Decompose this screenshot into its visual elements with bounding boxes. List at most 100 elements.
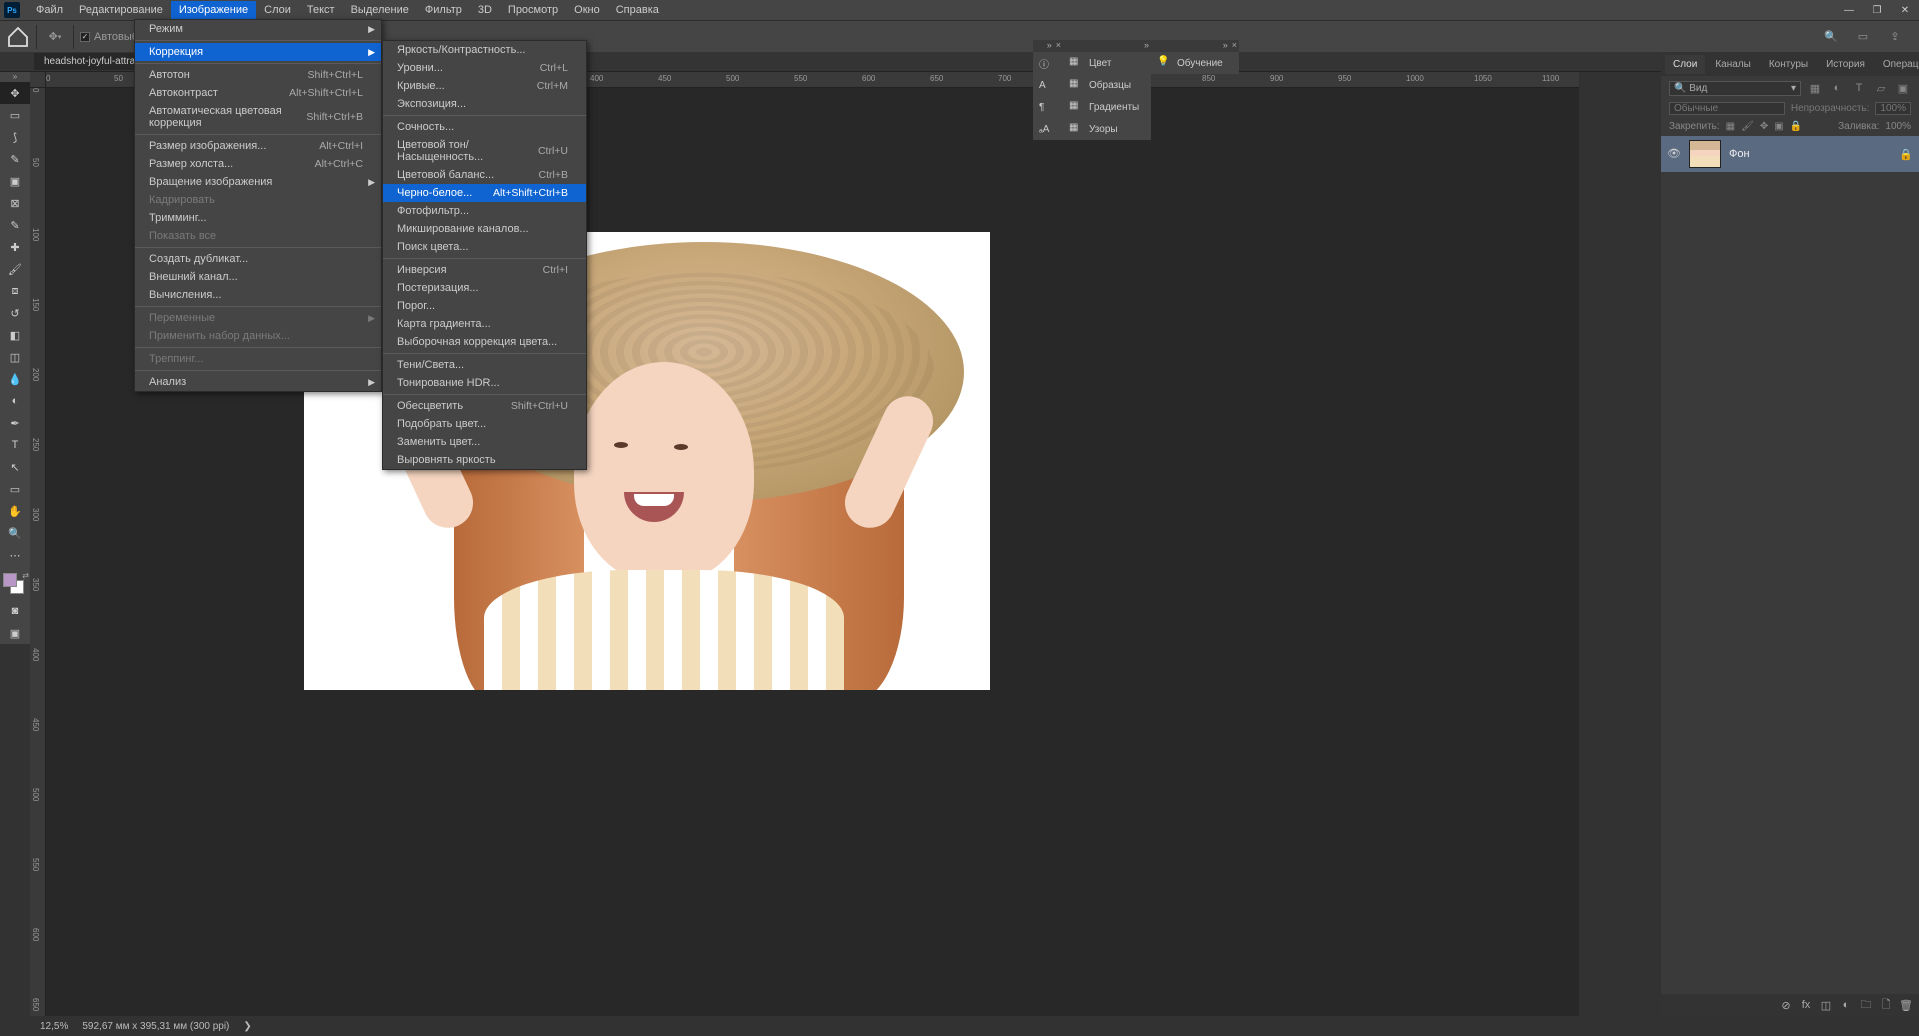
ruler-corner[interactable] — [30, 72, 46, 88]
expand-icon[interactable]: » — [1223, 40, 1228, 50]
menu-item[interactable]: Сочность... — [383, 118, 586, 136]
menu-item[interactable]: Экспозиция... — [383, 95, 586, 113]
filter-smart-icon[interactable]: ▣ — [1895, 80, 1911, 96]
menu-item[interactable]: Кривые...Ctrl+M — [383, 77, 586, 95]
ruler-vertical[interactable]: 0501001502002503003504004505005506006507… — [30, 88, 46, 1016]
delete-layer-icon[interactable]: 🗑 — [1899, 998, 1913, 1012]
window-restore[interactable]: ❐ — [1863, 0, 1891, 20]
autoselect-checkbox[interactable] — [80, 32, 90, 42]
filter-adjust-icon[interactable]: ◐ — [1829, 80, 1845, 96]
glyph-panel-icon[interactable]: ₐA — [1033, 118, 1063, 140]
lock-transparent-icon[interactable]: ▦ — [1726, 121, 1735, 132]
collapse-toggle[interactable]: » — [0, 72, 30, 82]
filter-pixel-icon[interactable]: ▦ — [1807, 80, 1823, 96]
stamp-tool[interactable]: ⧈ — [0, 280, 30, 302]
menu-item[interactable]: Черно-белое...Alt+Shift+Ctrl+B — [383, 184, 586, 202]
menu-item[interactable]: Уровни...Ctrl+L — [383, 59, 586, 77]
menu-item[interactable]: Тримминг... — [135, 209, 381, 227]
path-select-tool[interactable]: ↖ — [0, 456, 30, 478]
color-icon[interactable]: ▦Цвет — [1063, 52, 1151, 74]
marquee-tool[interactable]: ▭ — [0, 104, 30, 126]
menu-изображение[interactable]: Изображение — [171, 1, 256, 19]
dodge-tool[interactable]: ◐ — [0, 390, 30, 412]
hand-tool[interactable]: ✋ — [0, 500, 30, 522]
doc-dimensions[interactable]: 592,67 мм x 395,31 мм (300 ppi) — [82, 1021, 229, 1032]
menu-item[interactable]: Коррекция▶ — [135, 43, 381, 61]
blend-mode[interactable]: Обычные — [1669, 102, 1785, 115]
panel-tab-Операции[interactable]: Операции — [1875, 55, 1919, 74]
close-icon[interactable]: × — [1056, 40, 1061, 50]
zoom-tool[interactable]: 🔍 — [0, 522, 30, 544]
window-close[interactable]: ✕ — [1891, 0, 1919, 20]
pen-tool[interactable]: ✒ — [0, 412, 30, 434]
menu-item[interactable]: Вращение изображения▶ — [135, 173, 381, 191]
panel-tab-Слои[interactable]: Слои — [1665, 55, 1705, 74]
group-icon[interactable]: 🗀 — [1859, 998, 1873, 1012]
expand-icon[interactable]: » — [1144, 40, 1149, 50]
menu-item[interactable]: Автоматическая цветовая коррекцияShift+C… — [135, 102, 381, 132]
menu-item[interactable]: ОбесцветитьShift+Ctrl+U — [383, 397, 586, 415]
crop-tool[interactable]: ▣ — [0, 170, 30, 192]
fill-value[interactable]: 100% — [1885, 121, 1911, 132]
menu-3d[interactable]: 3D — [470, 1, 500, 19]
quickmask-tool[interactable]: ◙ — [0, 600, 30, 622]
menu-item[interactable]: Поиск цвета... — [383, 238, 586, 256]
paragraph-panel-icon[interactable]: ¶ — [1033, 96, 1063, 118]
filter-shape-icon[interactable]: ▱ — [1873, 80, 1889, 96]
patterns-icon[interactable]: ▦Узоры — [1063, 118, 1151, 140]
menu-item[interactable]: Размер изображения...Alt+Ctrl+I — [135, 137, 381, 155]
chevron-right-icon[interactable]: ❯ — [243, 1021, 251, 1032]
workspace-icon[interactable]: ▭ — [1851, 25, 1875, 49]
menu-item[interactable]: Подобрать цвет... — [383, 415, 586, 433]
menu-item[interactable]: Постеризация... — [383, 279, 586, 297]
menu-item[interactable]: АвтотонShift+Ctrl+L — [135, 66, 381, 84]
share-icon[interactable]: ⇪ — [1883, 25, 1907, 49]
search-icon[interactable]: 🔍 — [1819, 25, 1843, 49]
menu-фильтр[interactable]: Фильтр — [417, 1, 470, 19]
menu-просмотр[interactable]: Просмотр — [500, 1, 566, 19]
screenmode-tool[interactable]: ▣ — [0, 622, 30, 644]
fx-icon[interactable]: fx — [1799, 998, 1813, 1012]
blur-tool[interactable]: 💧 — [0, 368, 30, 390]
character-panel-icon[interactable]: A — [1033, 74, 1063, 96]
window-minimize[interactable]: — — [1835, 0, 1863, 20]
menu-item[interactable]: Микширование каналов... — [383, 220, 586, 238]
visibility-icon[interactable]: 👁 — [1667, 147, 1681, 161]
mask-icon[interactable]: ◫ — [1819, 998, 1833, 1012]
menu-item[interactable]: Тени/Света... — [383, 356, 586, 374]
adjustment-layer-icon[interactable]: ◐ — [1839, 998, 1853, 1012]
layer-row[interactable]: 👁 Фон 🔒 — [1661, 136, 1919, 172]
lock-position-icon[interactable]: ✥ — [1760, 121, 1768, 132]
panel-tab-Контуры[interactable]: Контуры — [1761, 55, 1816, 74]
link-layers-icon[interactable]: ⊘ — [1779, 998, 1793, 1012]
menu-item[interactable]: Карта градиента... — [383, 315, 586, 333]
foreground-color[interactable] — [3, 573, 17, 587]
menu-справка[interactable]: Справка — [608, 1, 667, 19]
new-layer-icon[interactable]: 🗋 — [1879, 998, 1893, 1012]
menu-выделение[interactable]: Выделение — [343, 1, 417, 19]
menu-файл[interactable]: Файл — [28, 1, 71, 19]
info-panel-icon[interactable]: ⓘ — [1033, 52, 1063, 74]
menu-item[interactable]: Создать дубликат... — [135, 250, 381, 268]
panel-tab-Каналы[interactable]: Каналы — [1707, 55, 1759, 74]
zoom-level[interactable]: 12,5% — [40, 1021, 68, 1032]
menu-item[interactable]: АвтоконтрастAlt+Shift+Ctrl+L — [135, 84, 381, 102]
home-button[interactable] — [6, 25, 30, 49]
expand-icon[interactable]: » — [1047, 40, 1052, 50]
menu-item[interactable]: ИнверсияCtrl+I — [383, 261, 586, 279]
swap-colors-icon[interactable]: ⇄ — [22, 571, 29, 580]
swatches-icon[interactable]: ▦Образцы — [1063, 74, 1151, 96]
menu-item[interactable]: Фотофильтр... — [383, 202, 586, 220]
menu-item[interactable]: Яркость/Контрастность... — [383, 41, 586, 59]
type-tool[interactable]: T — [0, 434, 30, 456]
shape-tool[interactable]: ▭ — [0, 478, 30, 500]
filter-type-icon[interactable]: T — [1851, 80, 1867, 96]
learn-icon[interactable]: 💡Обучение — [1151, 52, 1239, 74]
close-icon[interactable]: × — [1232, 40, 1237, 50]
lock-all-icon[interactable]: 🔒 — [1790, 121, 1802, 132]
opacity-value[interactable]: 100% — [1875, 102, 1911, 115]
menu-item[interactable]: Выборочная коррекция цвета... — [383, 333, 586, 351]
eraser-tool[interactable]: ◧ — [0, 324, 30, 346]
lock-icon[interactable]: 🔒 — [1899, 148, 1913, 161]
lock-pixels-icon[interactable]: 🖌 — [1741, 121, 1754, 132]
